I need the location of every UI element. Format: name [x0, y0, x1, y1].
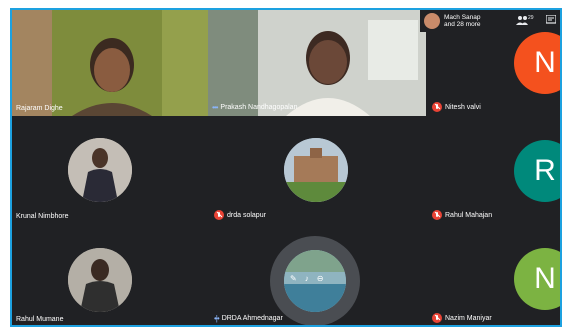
participant-tile-rajaram[interactable]: Rajaram Dighe: [12, 10, 208, 116]
speaking-indicator-icon: •|•: [214, 314, 220, 323]
pin-icon[interactable]: ✎: [290, 274, 297, 283]
participant-name: drda solapur: [214, 210, 266, 220]
participant-tile-drda-solapur[interactable]: drda solapur: [208, 118, 426, 224]
avatar: [68, 248, 132, 312]
avatar: [284, 138, 348, 202]
speaking-indicator-icon: •••: [212, 103, 218, 112]
participant-tile-krunal[interactable]: Krunal Nimbhore: [12, 118, 208, 224]
people-summary: Mach Sanap and 28 more: [444, 14, 481, 28]
avatar: [68, 138, 132, 202]
mute-participant-icon[interactable]: ♪: [305, 274, 309, 283]
participant-name: ••• Prakash Nandhagopalan: [212, 103, 298, 112]
mic-off-icon: [214, 210, 224, 220]
participant-tile-drda-ahmednagar[interactable]: ✎ ♪ ⊖ •|• DRDA Ahmednagar: [208, 226, 426, 325]
participant-name: Rahul Mahajan: [432, 210, 492, 220]
chat-icon[interactable]: [544, 14, 557, 27]
participant-name: Rahul Mumane: [16, 316, 64, 323]
participant-tile-rahul-mumane[interactable]: Rahul Mumane: [12, 226, 208, 325]
avatar: [424, 13, 440, 29]
participant-tile-prakash[interactable]: ••• Prakash Nandhagopalan: [208, 10, 426, 116]
video-feed: [208, 10, 426, 116]
avatar: N: [514, 32, 560, 94]
people-count: 29: [528, 15, 534, 21]
participant-tile-rahul-mahajan[interactable]: R Rahul Mahajan: [426, 118, 560, 224]
participant-name: Krunal Nimbhore: [16, 213, 69, 220]
more-options-icon[interactable]: ⊖: [317, 274, 324, 283]
participant-name: Rajaram Dighe: [16, 105, 63, 112]
mic-off-icon: [432, 210, 442, 220]
avatar: R: [514, 140, 560, 202]
participant-name: Nazim Maniyar: [432, 313, 492, 323]
tile-controls: ✎ ♪ ⊖: [290, 274, 323, 283]
mic-off-icon: [432, 313, 442, 323]
top-bar: Mach Sanap and 28 more 29: [420, 10, 560, 32]
people-icon[interactable]: [516, 15, 528, 27]
participant-name: Nitesh valvi: [432, 102, 481, 112]
participant-tile-nazim[interactable]: N Nazim Maniyar: [426, 226, 560, 325]
mic-off-icon: [432, 102, 442, 112]
video-feed: [12, 10, 208, 116]
participant-name: •|• DRDA Ahmednagar: [214, 314, 283, 323]
meeting-grid: Rajaram Dighe ••• Prakash Nandhagopalan …: [10, 8, 562, 327]
avatar: N: [514, 248, 560, 310]
